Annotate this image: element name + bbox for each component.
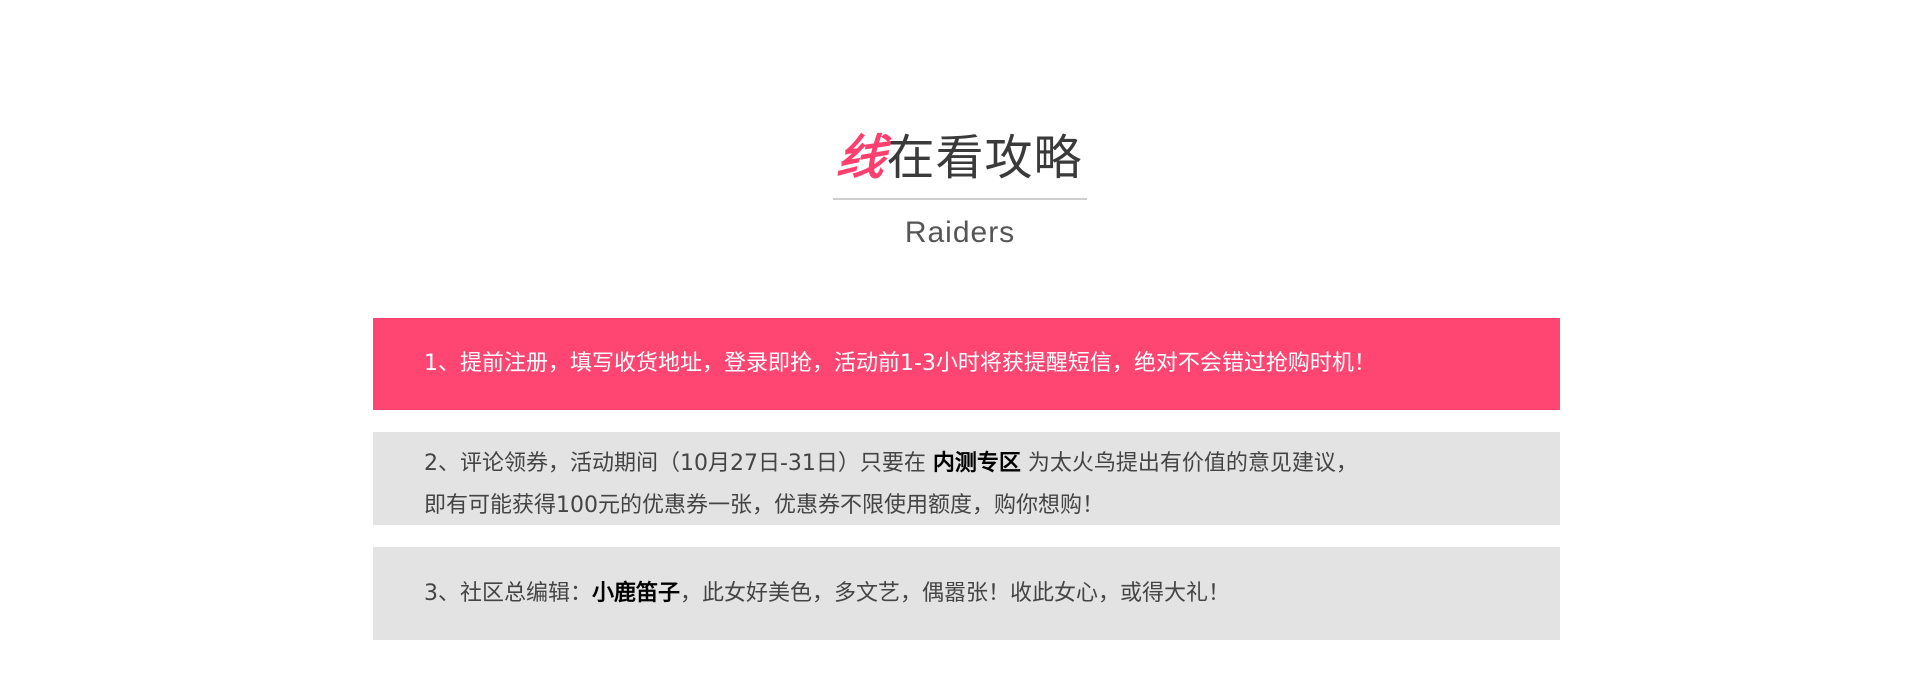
tip-1-text: 1、提前注册，填写收货地址，登录即抢，活动前1-3小时将获提醒短信，绝对不会错过… <box>424 351 1376 376</box>
tip-2-highlight: 内测专区 <box>932 451 1021 476</box>
tip-2-line-2: 即有可能获得100元的优惠券一张，优惠券不限使用额度，购你想购！ <box>424 493 1104 518</box>
tip-panel-3: 3、社区总编辑：小鹿笛子，此女好美色，多文艺，偶嚣张！收此女心，或得大礼！ <box>373 547 1560 640</box>
section-title-wrap: 线在看攻略 <box>833 128 1087 200</box>
tip-3-text-after: ，此女好美色，多文艺，偶嚣张！收此女心，或得大礼！ <box>680 581 1231 606</box>
tip-2-text-before: 2、评论领券，活动期间（10月27日-31日）只要在 <box>424 451 933 476</box>
section-subtitle: Raiders <box>904 216 1016 249</box>
tip-2-text-after: 为太火鸟提出有价值的意见建议， <box>1020 451 1358 476</box>
tip-3-highlight: 小鹿笛子 <box>592 581 681 606</box>
tip-panel-2: 2、评论领券，活动期间（10月27日-31日）只要在 内测专区 为太火鸟提出有价… <box>373 432 1560 525</box>
tip-panel-1: 1、提前注册，填写收货地址，登录即抢，活动前1-3小时将获提醒短信，绝对不会错过… <box>373 318 1560 410</box>
section-header: 线在看攻略 <box>0 128 1920 200</box>
tip-2-line-1: 2、评论领券，活动期间（10月27日-31日）只要在 内测专区 为太火鸟提出有价… <box>424 443 1560 485</box>
section-title-text: 在看攻略 <box>886 130 1083 186</box>
section-title: 线在看攻略 <box>834 128 1083 188</box>
tip-3-text-before: 3、社区总编辑： <box>424 581 592 606</box>
section-title-accent: 线 <box>834 130 890 186</box>
